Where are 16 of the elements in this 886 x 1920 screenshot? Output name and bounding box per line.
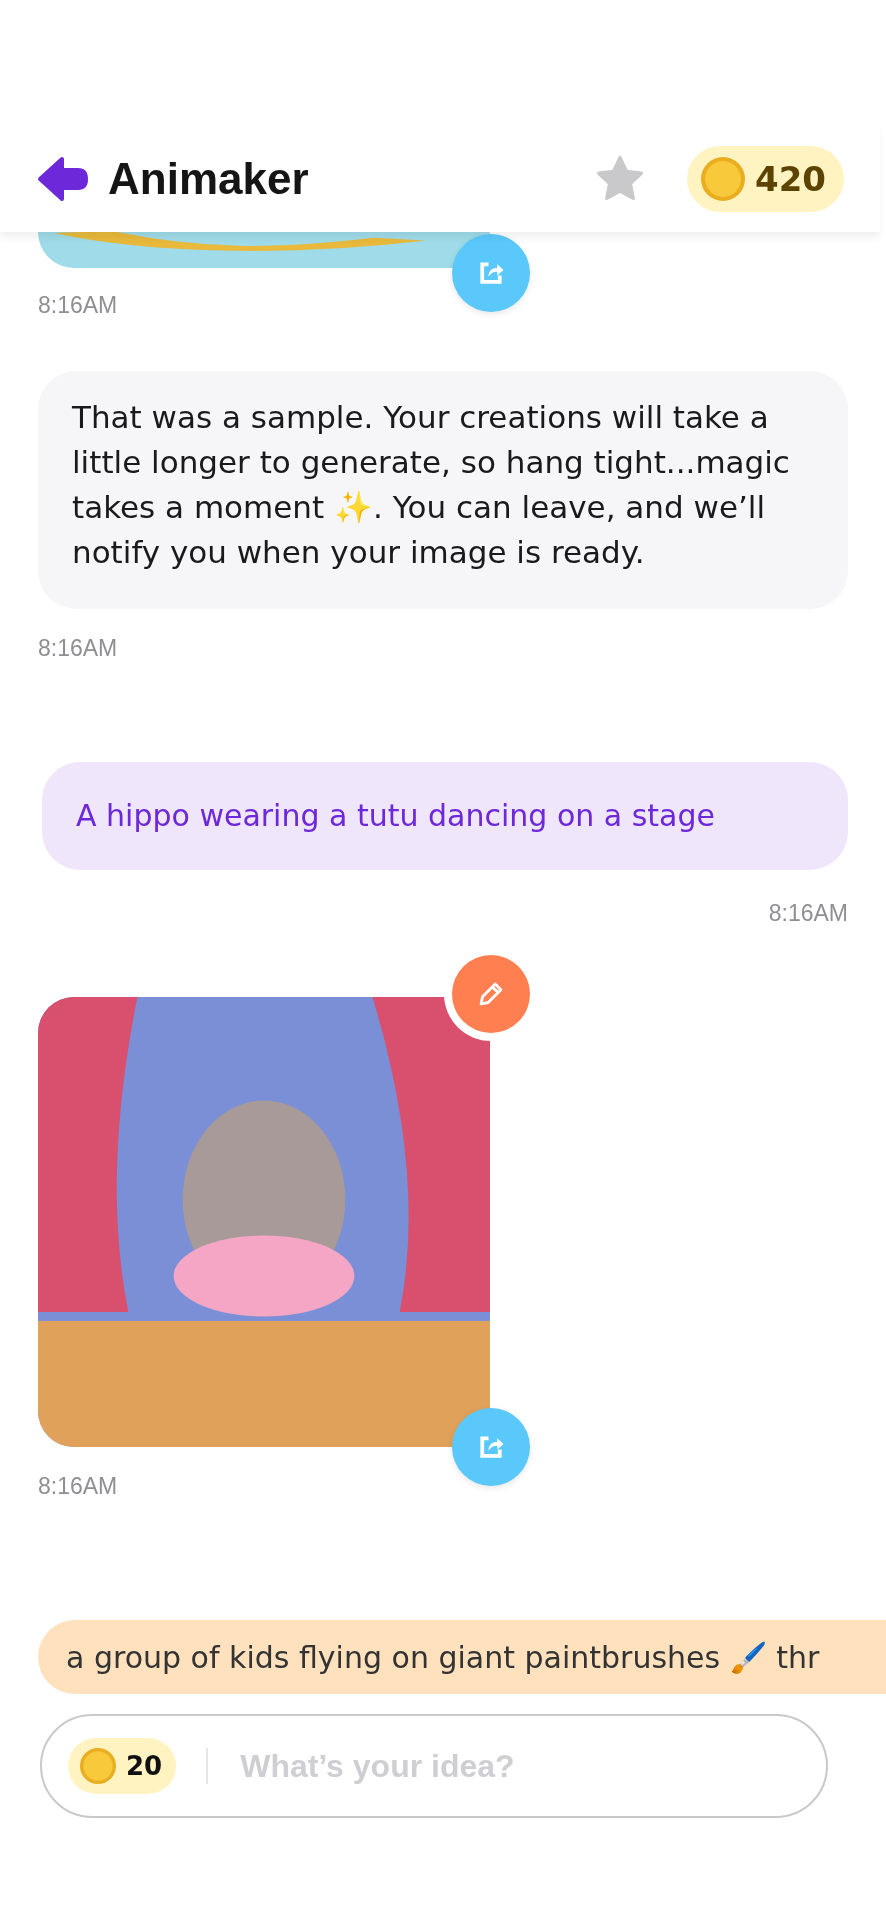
user-message: A hippo wearing a tutu dancing on a stage	[42, 762, 848, 870]
message-time: 8:16AM	[38, 1473, 119, 1500]
message-time: 8:16AM	[768, 900, 848, 927]
generated-image[interactable]	[38, 997, 490, 1447]
share-button[interactable]	[452, 1408, 530, 1486]
app-title: Animaker	[108, 153, 310, 204]
message-time: 8:16AM	[38, 292, 119, 319]
message-time: 8:16AM	[38, 635, 119, 662]
cost-badge: 20	[68, 1738, 177, 1794]
coin-balance[interactable]: 420	[687, 145, 844, 212]
suggestion-chip[interactable]: a group of kids flying on giant paintbrushes 🖌 thr	[38, 1620, 886, 1694]
share-button[interactable]	[452, 234, 530, 312]
back-arrow-icon[interactable]	[36, 154, 88, 203]
bot-message: That was a sample. Your creations will take a little longer to generate, so hang tight...magic takes a moment ✨. You can leave, and we’ll notify you when your image is ready.	[38, 371, 848, 609]
coin-icon	[80, 1748, 116, 1784]
coin-icon	[701, 156, 745, 201]
